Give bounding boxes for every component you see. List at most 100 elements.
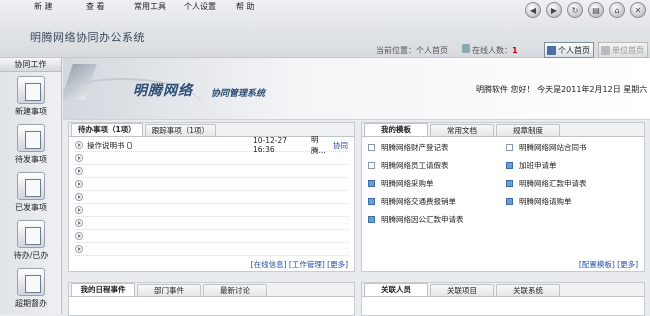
brand-name: 明腾网络 xyxy=(133,83,193,99)
online-count-value: 1 xyxy=(512,46,518,55)
configure-templates-link[interactable]: [配置模板] xyxy=(579,260,615,269)
house-icon xyxy=(547,45,556,55)
menu-tools[interactable]: 常用工具 xyxy=(134,1,184,13)
task-date: 10-12-27 16:36 xyxy=(253,136,288,154)
window-buttons: ◀ ▶ ↻ ▤ ⌂ ✕ xyxy=(525,2,646,18)
document-icon xyxy=(506,180,513,187)
building-icon xyxy=(601,45,610,55)
home-icon[interactable]: ⌂ xyxy=(609,2,625,18)
template-item[interactable]: 明腾网络财产登记表 xyxy=(368,141,506,154)
refresh-icon[interactable]: ↻ xyxy=(567,2,583,18)
arrow-bullet-icon xyxy=(75,206,83,214)
online-users-icon xyxy=(462,44,470,53)
arrow-bullet-icon xyxy=(75,245,83,253)
arrow-bullet-icon xyxy=(75,180,83,188)
document-icon xyxy=(368,216,375,223)
template-item[interactable]: 明腾网络汇款申请表 xyxy=(506,177,644,190)
schedule-tabs: 我的日程事件 部门事件 最新讨论 xyxy=(69,283,354,297)
sent-icon xyxy=(17,172,45,200)
sidebar-item-pending-send[interactable]: 待发事项 xyxy=(0,124,62,165)
tab-tracked-tasks[interactable]: 跟踪事项（1项） xyxy=(144,124,216,136)
empty-row xyxy=(75,230,348,243)
tab-regulations[interactable]: 规章制度 xyxy=(496,124,560,136)
tab-related-systems[interactable]: 关联系统 xyxy=(496,284,560,296)
task-title[interactable]: 操作说明书 xyxy=(87,141,125,150)
document-icon xyxy=(368,180,375,187)
task-type-link[interactable]: 协同 xyxy=(333,140,348,151)
top-bar: 新 建 查 看 常用工具 个人设置 帮 助 ◀ ▶ ↻ ▤ ⌂ ✕ 明腾网络协同… xyxy=(0,0,650,58)
todo-done-icon xyxy=(17,220,45,248)
document-icon xyxy=(506,198,513,205)
task-row[interactable]: 操作说明书 10-12-27 16:36 明腾... 协同 xyxy=(75,135,348,155)
arrow-bullet-icon xyxy=(75,167,83,175)
related-panel: 关联人员 关联项目 关联系统 xyxy=(361,282,645,316)
unit-home-button[interactable]: 单位首页 xyxy=(598,42,648,58)
tab-related-projects[interactable]: 关联项目 xyxy=(430,284,494,296)
template-item[interactable]: 明腾网络网站合同书 xyxy=(506,141,644,154)
sidebar-header[interactable]: 协同工作 xyxy=(0,58,61,72)
tab-department-events[interactable]: 部门事件 xyxy=(137,284,201,296)
template-item[interactable]: 加班申请单 xyxy=(506,159,644,172)
tab-common-docs[interactable]: 常用文档 xyxy=(430,124,494,136)
templates-tabs: 我的模板 常用文档 规章制度 xyxy=(362,123,644,137)
empty-row xyxy=(75,217,348,230)
location-text: 当前位置：个人首页 xyxy=(376,46,448,55)
menu-settings[interactable]: 个人设置 xyxy=(184,1,236,13)
arrow-bullet-icon xyxy=(75,232,83,240)
form-icon xyxy=(368,162,375,169)
arrow-bullet-icon xyxy=(75,154,83,162)
form-icon xyxy=(368,144,375,151)
attachment-icon xyxy=(126,142,132,149)
templates-more-link[interactable]: [更多] xyxy=(617,260,638,269)
tab-my-schedule[interactable]: 我的日程事件 xyxy=(71,283,135,296)
document-icon xyxy=(506,162,513,169)
tasks-more-link[interactable]: [更多] xyxy=(327,260,348,269)
sidebar-item-sent[interactable]: 已发事项 xyxy=(0,172,62,213)
print-icon[interactable]: ▤ xyxy=(588,2,604,18)
schedule-panel: 我的日程事件 部门事件 最新讨论 xyxy=(68,282,355,316)
empty-row xyxy=(75,243,348,256)
empty-row xyxy=(75,165,348,178)
template-list: 明腾网络财产登记表 明腾网络网站合同书 明腾网络员工请假表 加班申请单 明腾网络… xyxy=(368,141,644,226)
work-manage-link[interactable]: [工作管理] xyxy=(289,260,325,269)
empty-row xyxy=(75,191,348,204)
template-item[interactable]: 明腾网络请购单 xyxy=(506,195,644,208)
close-icon[interactable]: ✕ xyxy=(630,2,646,18)
related-tabs: 关联人员 关联项目 关联系统 xyxy=(362,283,644,297)
sidebar-item-todo-done[interactable]: 待办/已办 xyxy=(0,220,62,261)
online-info-link[interactable]: [在线信息] xyxy=(251,260,287,269)
arrow-bullet-icon xyxy=(75,141,83,149)
tab-my-templates[interactable]: 我的模板 xyxy=(364,123,428,136)
forward-icon[interactable]: ▶ xyxy=(546,2,562,18)
overdue-icon xyxy=(17,268,45,296)
template-item[interactable]: 明腾网络交通费报销单 xyxy=(368,195,506,208)
tab-latest-discussion[interactable]: 最新讨论 xyxy=(203,284,267,296)
template-item[interactable]: 明腾网络因公汇款申请表 xyxy=(368,213,506,226)
tab-pending-tasks[interactable]: 待办事项（1项） xyxy=(71,123,143,136)
template-item[interactable]: 明腾网络采购单 xyxy=(368,177,506,190)
user-greeting: 明腾软件 您好！ 今天是2011年2月12日 星期六 xyxy=(476,85,648,94)
arrow-bullet-icon xyxy=(75,219,83,227)
back-icon[interactable]: ◀ xyxy=(525,2,541,18)
tasks-panel: 待办事项（1项） 跟踪事项（1项） 操作说明书 10-12-27 16:36 明… xyxy=(68,122,355,272)
brand-subtitle: 协同管理系统 xyxy=(211,89,266,99)
sidebar: 协同工作 新建事项 待发事项 已发事项 待办/已办 超期督办 xyxy=(0,58,62,314)
sidebar-item-overdue[interactable]: 超期督办 xyxy=(0,268,62,309)
personal-home-button[interactable]: 个人首页 xyxy=(544,42,594,58)
online-count: 在线人数：1 xyxy=(472,46,518,55)
menu-new[interactable]: 新 建 xyxy=(34,1,86,13)
task-sender: 明腾... xyxy=(311,135,326,155)
main-menu: 新 建 查 看 常用工具 个人设置 帮 助 xyxy=(34,1,266,13)
menu-view[interactable]: 查 看 xyxy=(86,1,134,13)
banner: 明腾网络 协同管理系统 明腾软件 您好！ 今天是2011年2月12日 星期六 xyxy=(63,58,650,120)
arrow-bullet-icon xyxy=(75,193,83,201)
new-item-icon xyxy=(17,76,45,104)
tasks-links: [在线信息] [工作管理] [更多] xyxy=(251,259,348,270)
menu-help[interactable]: 帮 助 xyxy=(236,1,266,13)
task-list: 操作说明书 10-12-27 16:36 明腾... 协同 xyxy=(75,135,348,256)
document-icon xyxy=(368,198,375,205)
tab-related-people[interactable]: 关联人员 xyxy=(364,283,428,296)
empty-row xyxy=(75,204,348,217)
sidebar-item-new[interactable]: 新建事项 xyxy=(0,76,62,117)
template-item[interactable]: 明腾网络员工请假表 xyxy=(368,159,506,172)
